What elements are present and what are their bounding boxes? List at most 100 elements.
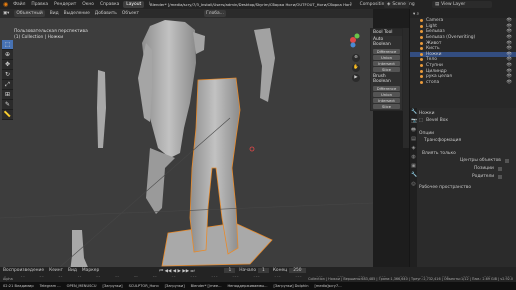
modifier-tab-icon[interactable]: 🔧 — [411, 172, 417, 180]
transform-icon[interactable]: ⊞ — [2, 90, 13, 100]
torso-legs — [146, 148, 175, 214]
object-type-icon — [420, 64, 423, 68]
scene-name: Scene — [392, 2, 406, 7]
object-type-icon — [420, 52, 423, 56]
scene-icon: ◈ — [387, 2, 391, 7]
visibility-eye-icon[interactable]: 👁 — [506, 29, 512, 34]
taskbar-item[interactable]: Blender* [/mee... — [191, 284, 222, 288]
view-layer-tab-icon[interactable]: ▤ — [411, 136, 416, 144]
taskbar-item[interactable]: OPEN_MENUSCU — [67, 284, 97, 288]
taskbar-item[interactable]: SCULPTOR_Ноги — [129, 284, 159, 288]
annotate-icon[interactable]: ✎ — [2, 100, 13, 110]
auto-union-button[interactable]: Union — [373, 55, 400, 60]
locations-label: Позиции — [474, 166, 494, 171]
brush-slice-button[interactable]: Slice — [373, 104, 400, 109]
current-frame-field[interactable]: 1 — [224, 268, 236, 273]
auto-difference-button[interactable]: Difference — [373, 49, 400, 54]
status-left: Alpha — [3, 277, 13, 281]
output-tab-icon[interactable]: 🖶 — [411, 127, 416, 135]
physics-tab-icon[interactable]: ◎ — [411, 181, 416, 189]
taskbar-item[interactable]: [Загрузки] Dolphin — [274, 284, 309, 288]
visibility-eye-icon[interactable]: 👁 — [506, 74, 512, 79]
timeline-header: Воспроизведение Кеинг Вид Маркер ⏮ ◀◀ ◀ … — [0, 267, 516, 274]
origins-checkbox-row[interactable]: Центры объектов — [460, 158, 509, 163]
rotate-icon[interactable]: ↻ — [2, 70, 13, 80]
outliner-item-label: стопа — [426, 79, 440, 85]
mode-dropdown[interactable]: Объектный — [14, 10, 45, 17]
taskbar-item[interactable]: [Загрузки] — [103, 284, 123, 288]
scene-tab-icon[interactable]: ◈ — [411, 145, 416, 153]
outliner-item[interactable]: стопа 👁 — [410, 80, 516, 86]
visibility-eye-icon[interactable]: 👁 — [506, 63, 512, 68]
timeline-view-menu[interactable]: Вид — [68, 268, 77, 273]
forearm-mesh — [97, 70, 106, 148]
menu-edit[interactable]: Правка — [31, 2, 48, 7]
editor-type-icon[interactable]: ▣▾ — [3, 11, 9, 16]
menu-render[interactable]: Рендерит — [54, 2, 76, 7]
scale-icon[interactable]: ⤢ — [2, 80, 13, 90]
visibility-eye-icon[interactable]: 👁 — [506, 46, 512, 51]
object-tab-icon[interactable]: ▣ — [411, 163, 416, 171]
outliner-item-label: Camera — [426, 18, 444, 24]
timeline-marker-menu[interactable]: Маркер — [82, 268, 99, 273]
taskbar-item[interactable]: 02:21 Владимир — [3, 284, 34, 288]
taskbar-item[interactable]: Telegram ... — [40, 284, 61, 288]
visibility-eye-icon[interactable]: 👁 — [506, 18, 512, 23]
left-arm-mesh — [138, 43, 152, 122]
filter-icon[interactable]: ▾ ⌕ — [413, 11, 419, 17]
orientation-dropdown[interactable]: Глоба... — [204, 10, 226, 17]
visibility-eye-icon[interactable]: 👁 — [506, 80, 512, 85]
parents-checkbox[interactable] — [498, 174, 503, 179]
menu-add[interactable]: Добавить — [95, 11, 117, 16]
end-frame-field[interactable]: 250 — [289, 268, 306, 273]
measure-icon[interactable]: 📏 — [2, 110, 13, 120]
auto-slice-button[interactable]: Slice — [373, 67, 400, 72]
visibility-eye-icon[interactable]: 👁 — [506, 41, 512, 46]
auto-intersect-button[interactable]: Intersect — [373, 61, 400, 66]
visibility-eye-icon[interactable]: 👁 — [506, 35, 512, 40]
start-frame-field[interactable]: 1 — [258, 268, 269, 273]
world-tab-icon[interactable]: ◍ — [411, 154, 416, 162]
taskbar-item[interactable]: [media]scry7... — [314, 284, 341, 288]
timeline-keying-menu[interactable]: Кеинг — [49, 268, 63, 273]
locations-checkbox-row[interactable]: Позиции — [474, 166, 502, 171]
bool-tool-panel: Bool Tool Auto Boolean Difference Union … — [370, 28, 403, 111]
parents-checkbox-row[interactable]: Родители — [472, 174, 503, 179]
blender-logo-icon[interactable]: ◉ — [3, 1, 8, 8]
taskbar-item[interactable]: Неподдерживаемы... — [227, 284, 267, 288]
active-tool-row[interactable]: ⬚ Bevel Box — [419, 118, 448, 123]
menu-object[interactable]: Объект — [122, 11, 139, 16]
brush-difference-button[interactable]: Difference — [373, 86, 400, 91]
menu-file[interactable]: Файл — [13, 2, 25, 7]
workspace-section[interactable]: Рабочее пространство — [419, 185, 471, 190]
cursor-icon[interactable]: ⊕ — [2, 50, 13, 60]
menu-window[interactable]: Окно — [82, 2, 94, 7]
render-tab-icon[interactable]: 📷 — [411, 118, 417, 126]
origins-checkbox[interactable] — [504, 158, 509, 163]
locations-checkbox[interactable] — [497, 166, 502, 171]
taskbar-item[interactable]: [Загрузки] — [165, 284, 185, 288]
navigation-gizmo[interactable] — [343, 30, 363, 50]
visibility-eye-icon[interactable]: 👁 — [506, 69, 512, 74]
zoom-icon[interactable]: ⊕ — [352, 54, 360, 62]
options-section[interactable]: Опции — [419, 131, 434, 136]
select-box-icon[interactable]: ⬚ — [2, 40, 13, 50]
timeline-playback-menu[interactable]: Воспроизведение — [3, 268, 44, 273]
brush-intersect-button[interactable]: Intersect — [373, 98, 400, 103]
view-layer-selector[interactable]: ▤ View Layer — [432, 1, 492, 8]
transform-subsection[interactable]: Трансформация — [424, 138, 461, 143]
menu-view[interactable]: Вид — [50, 11, 59, 16]
menu-help[interactable]: Справка — [100, 2, 119, 7]
camera-view-icon[interactable]: ▶ — [352, 74, 360, 82]
tool-tab-icon[interactable]: 🔧 — [411, 109, 417, 117]
scene-selector[interactable]: ◈ Scene — [384, 1, 409, 8]
play-controls[interactable]: ⏮ ◀◀ ◀ ▶ ▶▶ ⏭ — [159, 268, 194, 274]
pan-icon[interactable]: ✋ — [352, 64, 360, 72]
3d-viewport[interactable] — [0, 18, 373, 267]
tab-layout[interactable]: Layout — [123, 1, 145, 8]
brush-union-button[interactable]: Union — [373, 92, 400, 97]
properties-object-name: Ножки — [419, 111, 435, 116]
move-icon[interactable]: ✥ — [2, 60, 13, 70]
visibility-eye-icon[interactable]: 👁 — [506, 57, 512, 62]
menu-select[interactable]: Выделение — [64, 11, 90, 16]
